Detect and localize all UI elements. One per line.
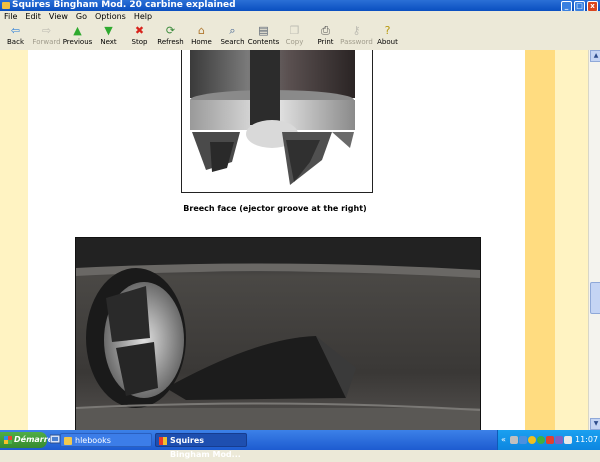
taskbar-item-label: Squires Bingham Mod... [170,436,241,459]
search-icon: ⌕ [229,24,236,37]
toolbar-about-button[interactable]: ? About [372,22,403,50]
forward-arrow-icon: ⇨ [41,24,52,37]
help-icon: ? [384,24,391,37]
taskbar-item-label: hlebooks [75,436,111,445]
menu-bar: File Edit View Go Options Help [0,11,600,22]
page-margin-left [0,50,28,430]
toolbar-refresh-button[interactable]: ⟳ Refresh [155,22,186,50]
toolbar-button-label: Home [191,38,212,46]
network-icon[interactable] [510,436,518,444]
toolbar-button-label: Previous [62,38,93,46]
menu-file[interactable]: File [0,11,21,22]
stop-icon: ✖ [134,24,145,37]
windows-logo-icon [4,436,12,444]
chamber-image [76,238,480,430]
menu-edit[interactable]: Edit [21,11,45,22]
toolbar-button-label: Copy [285,38,304,46]
toolbar-search-button[interactable]: ⌕ Search [217,22,248,50]
scroll-up-arrow-icon[interactable]: ▲ [590,50,600,62]
system-tray: « 11:07 [497,430,600,450]
toolbar-forward-button[interactable]: ⇨ Forward [31,22,62,50]
scroll-thumb[interactable] [590,282,600,314]
key-icon: ⚷ [352,24,361,37]
toolbar-home-button[interactable]: ⌂ Home [186,22,217,50]
toolbar-button-label: Forward [32,38,61,46]
menu-options[interactable]: Options [91,11,130,22]
toolbar-button-label: Stop [131,38,148,46]
tray-app-icon[interactable] [519,436,527,444]
menu-go[interactable]: Go [72,11,91,22]
scroll-down-arrow-icon[interactable]: ▼ [590,418,600,430]
start-button[interactable]: Démarrer [0,432,57,448]
toolbar-button-label: Next [100,38,117,46]
refresh-icon: ⟳ [165,24,176,37]
taskbar-item-ebook-reader[interactable]: Squires Bingham Mod... [155,433,247,459]
toolbar-password-button[interactable]: ⚷ Password [340,22,373,50]
contents-icon: ▤ [258,24,269,37]
toolbar-button-label: Refresh [157,38,184,46]
toolbar-button-label: Contents [247,38,280,46]
photo-caption: Breech face (ejector groove at the right… [183,204,367,213]
print-icon: ⎙ [321,24,330,37]
breech-face-image [182,50,372,192]
toolbar-back-button[interactable]: ⇦ Back [0,22,31,50]
toolbar-stop-button[interactable]: ✖ Stop [124,22,155,50]
vertical-scrollbar[interactable]: ▲ ▼ [588,50,600,430]
media-icon[interactable] [555,436,563,444]
title-bar: Squires Bingham Mod. 20 carbine explaine… [0,0,600,12]
page-margin-right-dark [525,50,555,430]
up-arrow-icon: ▲ [73,24,82,37]
home-icon: ⌂ [198,24,205,37]
tray-expand-icon[interactable]: « [501,435,506,444]
show-desktop-icon[interactable] [50,434,60,445]
toolbar-button-label: Print [317,38,334,46]
security-icon[interactable] [528,436,536,444]
window-title: Squires Bingham Mod. 20 carbine explaine… [12,0,236,10]
taskbar-item-hlebooks[interactable]: hlebooks [60,433,152,447]
menu-view[interactable]: View [45,11,72,22]
down-arrow-icon: ▼ [104,24,113,37]
taskbar: Démarrer hlebooks Squires Bingham Mod...… [0,430,600,459]
update-icon[interactable] [537,436,545,444]
chamber-photo [75,237,481,430]
breech-face-photo [181,50,373,193]
page-viewport[interactable]: Breech face (ejector groove at the right… [0,50,588,430]
ebook-reader-icon [159,437,167,445]
toolbar-print-button[interactable]: ⎙ Print [310,22,341,50]
clock: 11:07 [575,435,599,444]
menu-help[interactable]: Help [130,11,156,22]
toolbar-next-button[interactable]: ▼ Next [93,22,124,50]
volume-icon[interactable] [564,436,572,444]
toolbar-button-label: Search [220,38,245,46]
back-arrow-icon: ⇦ [10,24,21,37]
toolbar-previous-button[interactable]: ▲ Previous [62,22,93,50]
app-icon [2,2,10,9]
toolbar-button-label: About [377,38,398,46]
copy-icon: ❐ [289,24,300,37]
toolbar-button-label: Password [340,38,373,46]
toolbar-button-label: Back [7,38,24,46]
toolbar: ⇦ Back ⇨ Forward ▲ Previous ▼ Next ✖ Stop ⟳ Refresh… [0,22,600,51]
page-margin-right-light [555,50,588,430]
toolbar-copy-button[interactable]: ❐ Copy [279,22,310,50]
folder-icon [64,437,72,445]
toolbar-contents-button[interactable]: ▤ Contents [247,22,280,50]
antivirus-icon[interactable] [546,436,554,444]
